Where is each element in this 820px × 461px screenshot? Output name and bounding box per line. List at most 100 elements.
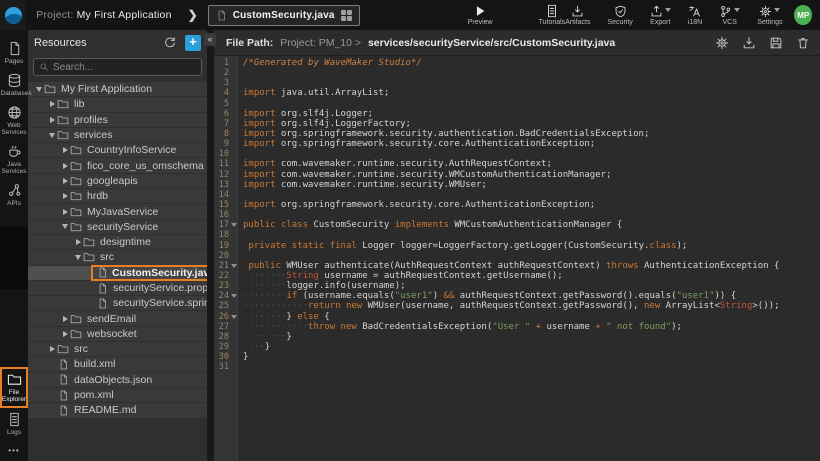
rail-item-pages[interactable]: Pages — [0, 37, 28, 69]
tree-expand-arrow-icon[interactable] — [73, 239, 83, 245]
rail-item-java-services[interactable]: Java Services — [0, 140, 28, 179]
tree-expand-arrow-icon[interactable] — [60, 163, 70, 169]
search-input[interactable] — [53, 62, 196, 73]
tree-expand-arrow-icon[interactable] — [60, 147, 70, 153]
rail-item-label: Logs — [1, 429, 28, 436]
fold-marker-icon[interactable] — [231, 294, 237, 298]
tree-folder-hrdb[interactable]: hrdb — [28, 189, 207, 203]
topbar-button-export[interactable]: Export — [650, 5, 671, 26]
tree-expand-arrow-icon[interactable] — [60, 178, 70, 184]
code-line: 1/*Generated by WaveMaker Studio*/ — [214, 58, 820, 68]
line-number: 20 — [214, 251, 229, 261]
tree-item-label: dataObjects.json — [74, 374, 152, 386]
settings-icon[interactable] — [715, 36, 729, 50]
topbar: Project: My First Application ❯ CustomSe… — [0, 0, 820, 30]
tree-collapse-arrow-icon[interactable] — [60, 224, 70, 229]
tree-folder-profiles[interactable]: profiles — [28, 113, 207, 127]
tree-item-label: securityService.spring.xml — [113, 297, 207, 309]
line-number: 1 — [214, 58, 229, 68]
tree-folder-myjavaservice[interactable]: MyJavaService — [28, 204, 207, 218]
fold-marker-icon[interactable] — [231, 315, 237, 319]
topbar-button-label: Security — [607, 19, 632, 26]
chevron-right-icon[interactable]: ❯ — [188, 8, 198, 22]
tree-file-securityservice-properties[interactable]: securityService.properties — [28, 281, 207, 295]
panel-divider[interactable]: « — [207, 30, 214, 461]
selected-file-box: CustomSecurity.java — [91, 265, 207, 281]
tree-folder-countryinfoservice[interactable]: CountryInfoService — [28, 143, 207, 157]
rail-item-apis[interactable]: APIs — [0, 179, 28, 211]
preview-button[interactable]: Preview — [468, 4, 493, 26]
tree-item-label: My First Application — [61, 83, 152, 95]
search-box — [33, 58, 202, 76]
tree-expand-arrow-icon[interactable] — [60, 209, 70, 215]
tree-file-readme-md[interactable]: README.md — [28, 403, 207, 417]
left-icon-rail: PagesDatabasesWeb ServicesJava ServicesA… — [0, 30, 28, 461]
tree-file-pom-xml[interactable]: pom.xml — [28, 388, 207, 402]
tree-folder-fico-core-us-omschema[interactable]: fico_core_us_omschema — [28, 158, 207, 172]
rail-item-databases[interactable]: Databases — [0, 69, 28, 101]
topbar-button-label: Settings — [757, 19, 782, 26]
tree-expand-arrow-icon[interactable] — [47, 346, 57, 352]
save-icon[interactable] — [769, 36, 783, 50]
topbar-button-settings[interactable]: Settings — [757, 5, 782, 26]
tree-file-build-xml[interactable]: build.xml — [28, 357, 207, 371]
code-editor[interactable]: 1/*Generated by WaveMaker Studio*/ 23 4imp… — [214, 56, 820, 461]
tree-folder-src[interactable]: src — [28, 250, 207, 264]
tree-file-dataobjects-json[interactable]: dataObjects.json — [28, 373, 207, 387]
avatar[interactable]: MP — [794, 5, 812, 25]
tree-folder-sendemail[interactable]: sendEmail — [28, 311, 207, 325]
tree-folder-googleapis[interactable]: googleapis — [28, 174, 207, 188]
tree-collapse-arrow-icon[interactable] — [47, 133, 57, 138]
code-editor-pane: File Path: Project: PM_10 > services/sec… — [214, 30, 820, 461]
topbar-button-artifacts[interactable]: Artifacts — [565, 5, 590, 26]
grid-icon[interactable] — [341, 10, 352, 21]
tree-folder-lib[interactable]: lib — [28, 97, 207, 111]
tree-folder-designtime[interactable]: designtime — [28, 235, 207, 249]
tree-collapse-arrow-icon[interactable] — [73, 255, 83, 260]
tree-expand-arrow-icon[interactable] — [47, 117, 57, 123]
rail-more-button[interactable]: ••• — [8, 440, 19, 457]
rail-item-file-explorer[interactable]: File Explorer — [0, 367, 28, 408]
tree-file-securityservice-spring-xml[interactable]: securityService.spring.xml — [28, 296, 207, 310]
fold-marker-icon[interactable] — [231, 264, 237, 268]
line-number: 26 — [214, 312, 229, 322]
tree-folder-websocket[interactable]: websocket — [28, 327, 207, 341]
download-icon[interactable] — [742, 36, 756, 50]
tree-folder-src[interactable]: src — [28, 342, 207, 356]
code-line: 23········logger.info(username); — [214, 281, 820, 291]
rail-item-logs[interactable]: Logs — [0, 408, 28, 440]
tree-folder-securityservice[interactable]: securityService — [28, 220, 207, 234]
tree-folder-services[interactable]: services — [28, 128, 207, 142]
delete-icon[interactable] — [796, 36, 810, 50]
line-number: 24 — [214, 291, 229, 301]
wavemaker-logo-icon[interactable] — [0, 0, 26, 30]
tree-expand-arrow-icon[interactable] — [60, 193, 70, 199]
tree-expand-arrow-icon[interactable] — [60, 316, 70, 322]
code-line: 21 public WMUser authenticate(AuthReques… — [214, 261, 820, 271]
add-resource-button[interactable]: + — [185, 35, 201, 51]
collapse-panel-button[interactable]: « — [204, 33, 216, 46]
code-text: ········} — [243, 332, 820, 342]
chevron-down-icon[interactable] — [665, 8, 671, 12]
fold-marker-icon[interactable] — [231, 223, 237, 227]
chevron-down-icon[interactable] — [774, 8, 780, 12]
refresh-icon[interactable] — [163, 36, 177, 50]
line-number: 23 — [214, 281, 229, 291]
topbar-button-vcs[interactable]: VCS — [719, 5, 740, 26]
topbar-button-security[interactable]: Security — [607, 5, 632, 26]
tree-expand-arrow-icon[interactable] — [60, 331, 70, 337]
rail-item-web-services[interactable]: Web Services — [0, 101, 28, 140]
tree-file-customsecurity-java[interactable]: CustomSecurity.java — [28, 266, 207, 280]
project-label: Project: — [36, 9, 73, 21]
tutorials-button[interactable]: Tutorials — [539, 4, 566, 26]
tree-expand-arrow-icon[interactable] — [47, 101, 57, 107]
tree-folder-my-first-application[interactable]: My First Application — [28, 82, 207, 96]
chevron-down-icon[interactable] — [734, 8, 740, 12]
file-icon — [58, 374, 69, 385]
code-line: 4import java.util.ArrayList; — [214, 88, 820, 98]
topbar-button-i18n[interactable]: i18N — [688, 5, 702, 26]
line-number: 6 — [214, 109, 229, 119]
code-line: 6import org.slf4j.Logger; — [214, 109, 820, 119]
tab-customsecurity-java[interactable]: CustomSecurity.java — [208, 5, 360, 26]
tree-collapse-arrow-icon[interactable] — [34, 87, 44, 92]
